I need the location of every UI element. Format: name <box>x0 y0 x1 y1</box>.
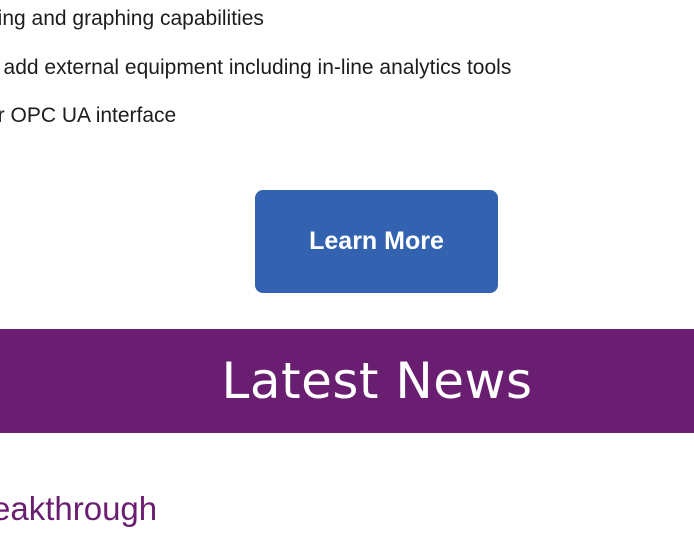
feature-item-external-equipment: o add external equipment including in-li… <box>0 56 512 79</box>
latest-news-heading: Latest News <box>221 352 533 410</box>
learn-more-button[interactable]: Learn More <box>255 190 498 293</box>
latest-news-banner: Latest News <box>0 329 694 433</box>
page: ging and graphing capabilities o add ext… <box>0 0 694 553</box>
feature-item-opc-ua: or OPC UA interface <box>0 104 177 127</box>
feature-item-logging: ging and graphing capabilities <box>0 7 264 30</box>
news-article-title-link[interactable]: eakthrough <box>0 490 157 528</box>
